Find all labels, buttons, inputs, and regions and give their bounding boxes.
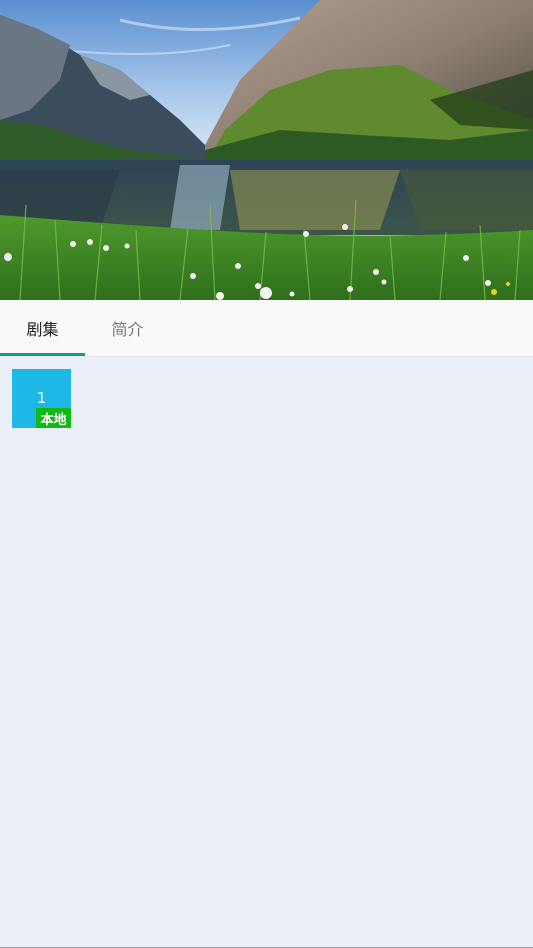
episode-list: 1 本地 [0, 357, 533, 948]
tab-introduction[interactable]: 简介 [85, 300, 170, 356]
tab-episodes-label: 剧集 [26, 320, 59, 339]
tab-bar: 剧集 简介 [0, 300, 533, 357]
tab-introduction-label: 简介 [111, 320, 144, 339]
episode-number: 1 [36, 389, 47, 407]
episode-tile[interactable]: 1 本地 [12, 369, 71, 428]
active-tab-indicator [0, 353, 85, 356]
local-badge: 本地 [36, 408, 71, 428]
video-cover-image[interactable] [0, 0, 533, 300]
tab-episodes[interactable]: 剧集 [0, 300, 85, 356]
landscape-image [0, 0, 533, 300]
